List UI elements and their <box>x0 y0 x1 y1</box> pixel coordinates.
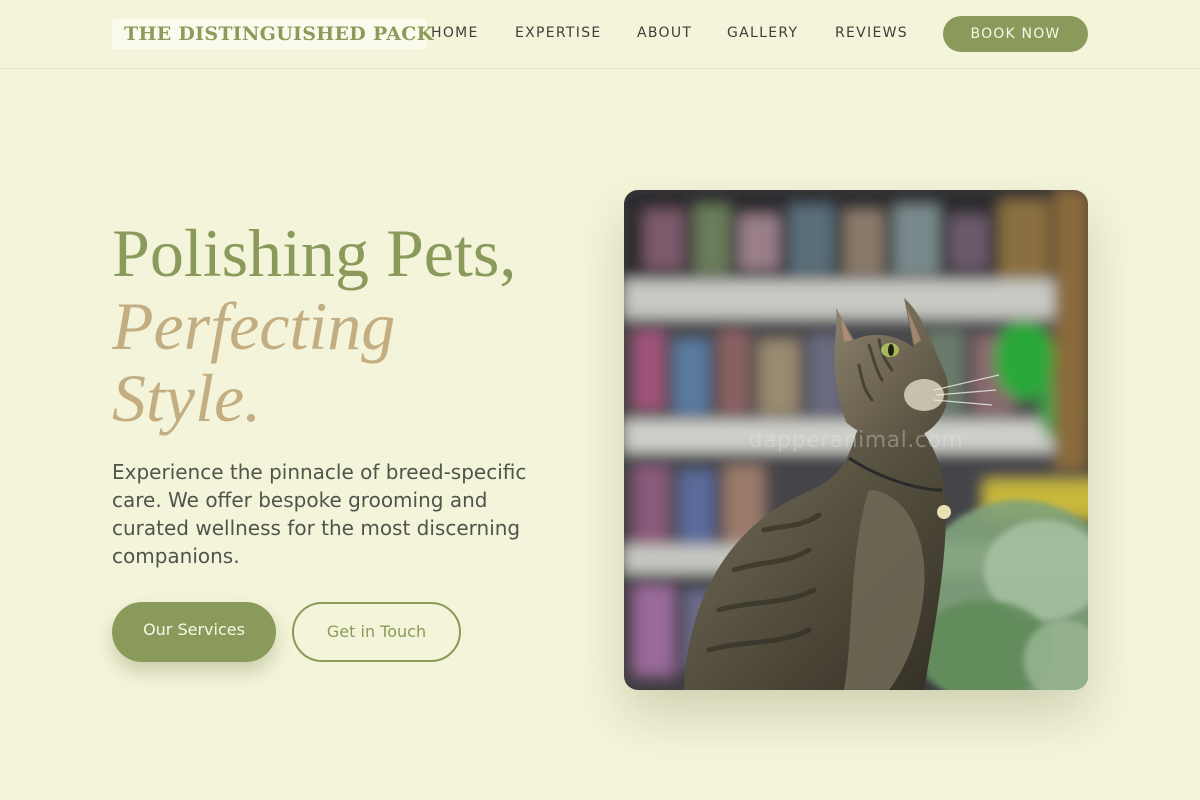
get-in-touch-button[interactable]: Get in Touch <box>292 602 461 662</box>
our-services-button[interactable]: Our Services <box>112 602 276 662</box>
hero-description: Experience the pinnacle of breed-specifi… <box>112 460 527 568</box>
hero-title-line-2: Perfecting <box>112 288 396 364</box>
nav-link-reviews[interactable]: REVIEWS <box>835 23 908 43</box>
nav-link-home[interactable]: HOME <box>431 23 479 43</box>
nav-link-expertise[interactable]: EXPERTISE <box>515 23 602 43</box>
hero-title-line-1: Polishing Pets, <box>112 215 517 291</box>
hero-title-line-3: Style. <box>112 360 262 436</box>
hero-cat-image: dapperanimal.com <box>624 190 1088 690</box>
site-header: THE DISTINGUISHED PACK HOME EXPERTISE AB… <box>0 0 1200 69</box>
image-watermark: dapperanimal.com <box>748 428 964 453</box>
book-now-button[interactable]: BOOK NOW <box>943 16 1088 52</box>
site-logo[interactable]: THE DISTINGUISHED PACK <box>112 19 433 49</box>
nav-link-about[interactable]: ABOUT <box>637 23 692 43</box>
nav-link-gallery[interactable]: GALLERY <box>727 23 798 43</box>
